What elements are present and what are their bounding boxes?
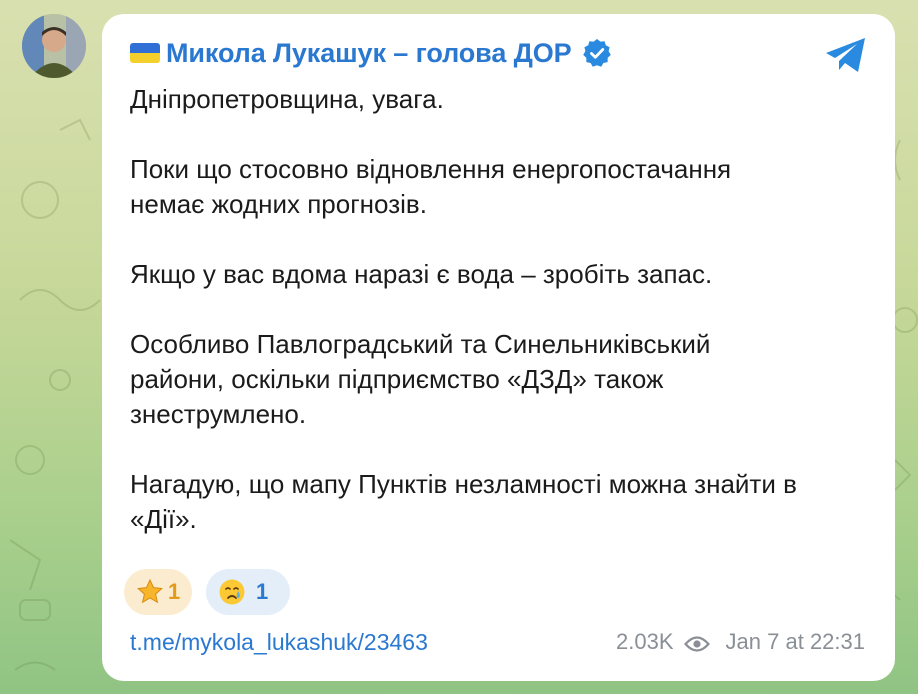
message-meta: 2.03K Jan 7 at 22:31 bbox=[616, 629, 865, 655]
channel-name[interactable]: Микола Лукашук – голова ДОР bbox=[166, 38, 572, 69]
message-paragraph: Дніпропетровщина, увага. bbox=[130, 84, 444, 114]
message-bubble: Микола Лукашук – голова ДОР Дніпропетров… bbox=[102, 14, 895, 681]
reaction-star-button[interactable]: 1 bbox=[124, 569, 192, 615]
post-link[interactable]: t.me/mykola_lukashuk/23463 bbox=[130, 629, 428, 656]
timestamp: Jan 7 at 22:31 bbox=[725, 629, 865, 654]
flag-ukraine-icon bbox=[130, 43, 160, 63]
channel-header: Микола Лукашук – голова ДОР bbox=[130, 36, 612, 70]
channel-avatar[interactable] bbox=[22, 14, 86, 78]
crying-face-icon bbox=[218, 578, 246, 606]
message-paragraph: Нагадую, що мапу Пунктів незламності мож… bbox=[130, 469, 797, 534]
telegram-share-icon[interactable] bbox=[823, 34, 869, 76]
message-footer: t.me/mykola_lukashuk/23463 2.03K Jan 7 a… bbox=[130, 626, 865, 658]
view-count: 2.03K bbox=[616, 629, 674, 654]
star-icon bbox=[136, 578, 164, 606]
eye-icon bbox=[683, 633, 710, 652]
verified-badge-icon bbox=[582, 38, 612, 68]
message-paragraph: Поки що стосовно відновлення енергопоста… bbox=[130, 154, 732, 219]
reaction-crying-button[interactable]: 1 bbox=[206, 569, 290, 615]
message-paragraph: Особливо Павлоградський та Синельниківсь… bbox=[130, 329, 711, 429]
message-text: Дніпропетровщина, увага. Поки що стосовн… bbox=[130, 82, 870, 572]
message-paragraph: Якщо у вас вдома наразі є вода – зробіть… bbox=[130, 259, 713, 289]
reaction-count: 1 bbox=[168, 579, 181, 604]
reaction-count: 1 bbox=[256, 579, 269, 604]
reactions-bar: 1 1 bbox=[124, 569, 290, 615]
